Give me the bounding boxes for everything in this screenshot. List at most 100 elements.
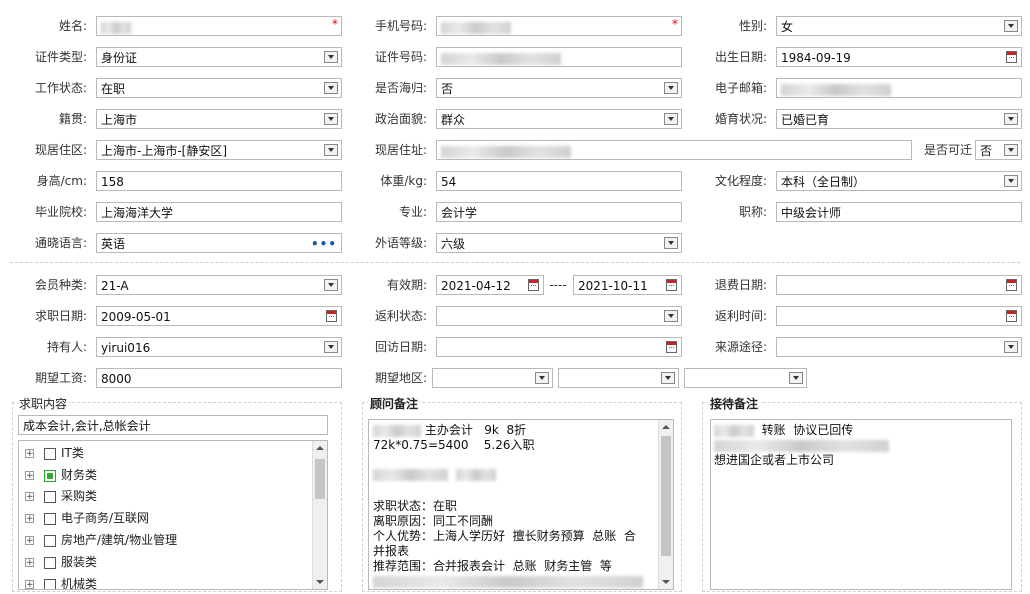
checkbox[interactable] [44, 512, 56, 525]
overseas-select[interactable]: 否 [436, 78, 682, 98]
dropdown-arrow-icon[interactable] [324, 144, 338, 156]
education-select[interactable]: 本科（全日制） [776, 171, 1022, 191]
dropdown-arrow-icon[interactable] [664, 237, 678, 249]
scroll-up-icon[interactable] [316, 446, 324, 450]
dropdown-arrow-icon[interactable] [324, 279, 338, 291]
dropdown-arrow-icon[interactable] [324, 51, 338, 63]
tree-scrollbar[interactable] [312, 441, 327, 589]
expected-area-district-select[interactable] [684, 368, 807, 388]
refund-date-input[interactable] [776, 275, 1022, 295]
calendar-icon[interactable] [326, 310, 337, 322]
advisor-note-line4: 求职状态：在职 [373, 499, 458, 513]
dropdown-arrow-icon[interactable] [1004, 113, 1018, 125]
major-input[interactable]: 会计学 [436, 202, 682, 222]
birth-date-input[interactable]: 1984-09-19 [776, 47, 1022, 67]
advisor-notes-textarea[interactable]: 主办会计 9k 8折 72k*0.75=5400 5.26入职 求职状态：在职 … [368, 419, 674, 590]
tree-item-realestate[interactable]: + 房地产/建筑/物业管理 [25, 530, 177, 550]
expand-plus-icon[interactable]: + [25, 492, 34, 502]
dropdown-arrow-icon[interactable] [1004, 20, 1018, 32]
dropdown-arrow-icon[interactable] [324, 113, 338, 125]
tree-item-clothing[interactable]: + 服装类 [25, 552, 97, 572]
gender-select[interactable]: 女 [776, 16, 1022, 36]
expand-plus-icon[interactable]: + [25, 471, 34, 481]
scroll-down-icon[interactable] [662, 580, 670, 584]
title-input[interactable]: 中级会计师 [776, 202, 1022, 222]
calendar-icon[interactable] [1006, 279, 1017, 291]
id-type-select[interactable]: 身份证 [96, 47, 342, 67]
rebate-status-select[interactable] [436, 306, 682, 326]
email-input[interactable] [776, 78, 1022, 98]
calendar-icon[interactable] [666, 341, 677, 353]
checkbox[interactable] [44, 490, 56, 503]
scroll-up-icon[interactable] [662, 425, 670, 429]
work-status-select[interactable]: 在职 [96, 78, 342, 98]
checkbox[interactable] [44, 556, 56, 569]
lang-level-select[interactable]: 六级 [436, 233, 682, 253]
expand-plus-icon[interactable]: + [25, 514, 34, 524]
calendar-icon[interactable] [666, 279, 677, 291]
tree-item-purchase[interactable]: + 采购类 [25, 486, 97, 506]
dropdown-arrow-icon[interactable] [1004, 341, 1018, 353]
dropdown-arrow-icon[interactable] [664, 310, 678, 322]
residence-address-input[interactable] [436, 140, 912, 160]
expand-plus-icon[interactable]: + [25, 580, 34, 589]
checkbox[interactable] [44, 534, 56, 547]
dropdown-arrow-icon[interactable] [789, 372, 803, 384]
residence-area-select[interactable]: 上海市-上海市-[静安区] [96, 140, 342, 160]
dropdown-arrow-icon[interactable] [664, 113, 678, 125]
tree-item-finance[interactable]: + 财务类 [25, 465, 97, 485]
tree-item-ecommerce[interactable]: + 电子商务/互联网 [25, 508, 149, 528]
calendar-icon[interactable] [528, 279, 539, 291]
valid-from-input[interactable]: 2021-04-12 [436, 275, 544, 295]
height-input[interactable]: 158 [96, 171, 342, 191]
rebate-time-input[interactable] [776, 306, 1022, 326]
member-type-select[interactable]: 21-A [96, 275, 342, 295]
expand-plus-icon[interactable]: + [25, 449, 34, 459]
id-number-label: 证件号码: [374, 50, 427, 64]
scroll-thumb[interactable] [315, 459, 325, 499]
expected-salary-input[interactable]: 8000 [96, 368, 342, 388]
advisor-notes-scrollbar[interactable] [658, 420, 673, 589]
school-input[interactable]: 上海海洋大学 [96, 202, 342, 222]
marital-select[interactable]: 已婚已育 [776, 109, 1022, 129]
source-select[interactable] [776, 337, 1022, 357]
job-content-summary-input[interactable]: 成本会计,会计,总帐会计 [18, 415, 328, 435]
checkbox[interactable] [44, 447, 56, 460]
expected-area-city-select[interactable] [558, 368, 679, 388]
holder-select[interactable]: yirui016 [96, 337, 342, 357]
relocatable-select[interactable]: 否 [975, 140, 1022, 160]
checkbox-checked[interactable] [44, 469, 56, 482]
scroll-down-icon[interactable] [316, 580, 324, 584]
tree-item-machinery[interactable]: + 机械类 [25, 574, 97, 589]
gender-label: 性别: [738, 19, 767, 33]
native-place-select[interactable]: 上海市 [96, 109, 342, 129]
calendar-icon[interactable] [1006, 310, 1017, 322]
dropdown-arrow-icon[interactable] [661, 372, 675, 384]
dropdown-arrow-icon[interactable] [324, 341, 338, 353]
visit-date-input[interactable] [436, 337, 682, 357]
dropdown-arrow-icon[interactable] [1004, 175, 1018, 187]
id-number-input[interactable] [436, 47, 682, 67]
dropdown-arrow-icon[interactable] [664, 82, 678, 94]
dropdown-arrow-icon[interactable] [324, 82, 338, 94]
reception-notes-textarea[interactable]: 转账 协议已回传 想进国企或者上市公司 [710, 419, 1012, 590]
tree-item-it[interactable]: + IT类 [25, 443, 84, 463]
marital-label: 婚育状况: [714, 112, 767, 126]
scroll-thumb[interactable] [661, 436, 671, 556]
weight-input[interactable]: 54 [436, 171, 682, 191]
job-date-input[interactable]: 2009-05-01 [96, 306, 342, 326]
political-select[interactable]: 群众 [436, 109, 682, 129]
name-input[interactable]: * [96, 16, 342, 36]
expected-area-province-select[interactable] [432, 368, 553, 388]
expand-plus-icon[interactable]: + [25, 536, 34, 546]
valid-to-input[interactable]: 2021-10-11 [573, 275, 682, 295]
dropdown-arrow-icon[interactable] [1004, 144, 1018, 156]
phone-input[interactable]: * [436, 16, 682, 36]
required-mark: * [672, 17, 678, 31]
checkbox[interactable] [44, 578, 56, 589]
more-icon[interactable]: ••• [311, 234, 337, 252]
language-input[interactable]: 英语 ••• [96, 233, 342, 253]
calendar-icon[interactable] [1006, 51, 1017, 63]
dropdown-arrow-icon[interactable] [535, 372, 549, 384]
expand-plus-icon[interactable]: + [25, 558, 34, 568]
